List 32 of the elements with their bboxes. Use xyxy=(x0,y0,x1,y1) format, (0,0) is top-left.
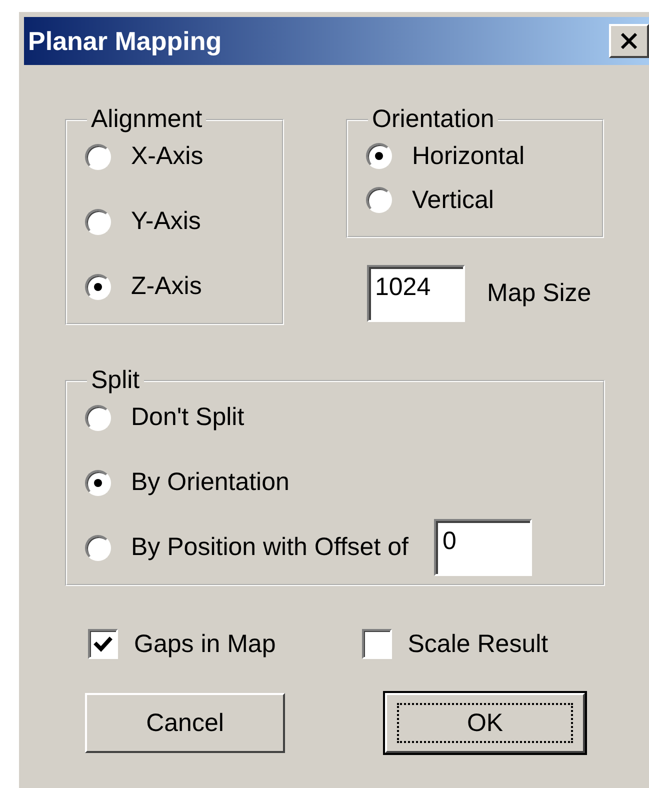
radio-button[interactable] xyxy=(85,404,111,430)
dialog-button[interactable]: Cancel xyxy=(85,693,285,753)
radio-button[interactable] xyxy=(366,143,392,169)
checkbox-label[interactable]: Gaps in Map xyxy=(134,630,276,658)
radio-label[interactable]: X-Axis xyxy=(131,142,204,171)
checkbox-label[interactable]: Scale Result xyxy=(408,630,548,658)
radio-label[interactable]: Don't Split xyxy=(131,403,244,432)
radio-label[interactable]: Vertical xyxy=(412,186,494,214)
radio-label[interactable]: Horizontal xyxy=(412,142,525,170)
radio-label[interactable]: Y-Axis xyxy=(131,207,201,236)
radio-label[interactable]: Z-Axis xyxy=(131,272,202,301)
radio-button[interactable] xyxy=(85,144,111,170)
checkbox[interactable] xyxy=(362,629,392,659)
radio-button[interactable] xyxy=(366,187,392,213)
close-button[interactable] xyxy=(609,24,649,58)
field-label: Map Size xyxy=(487,279,592,308)
dialog-button[interactable]: OK xyxy=(385,693,585,753)
group-label: Alignment xyxy=(90,107,204,132)
radio-button[interactable] xyxy=(85,534,111,560)
radio-button[interactable] xyxy=(85,208,111,234)
group-label: Orientation xyxy=(371,107,496,132)
radio-label[interactable]: By Position with Offset of xyxy=(131,533,408,562)
close-icon xyxy=(620,33,638,49)
window-title: Planar Mapping xyxy=(28,26,222,56)
group-label: Split xyxy=(90,368,141,393)
offset-field[interactable]: 0 xyxy=(434,519,532,576)
radio-label[interactable]: By Orientation xyxy=(131,468,290,497)
map-size-field[interactable]: 1024 xyxy=(367,265,465,322)
radio-button[interactable] xyxy=(85,274,111,300)
checkbox[interactable] xyxy=(88,629,118,659)
check-icon xyxy=(93,635,113,653)
radio-button[interactable] xyxy=(85,470,111,496)
